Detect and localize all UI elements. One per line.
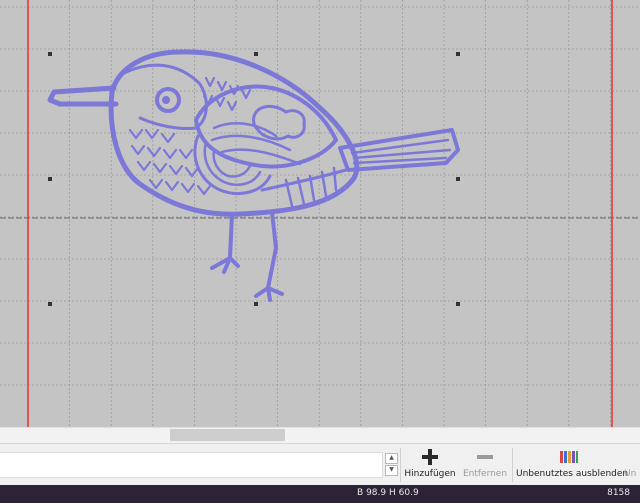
thread-spools-icon	[560, 451, 578, 463]
scroll-down-arrow-icon[interactable]: ▼	[385, 465, 398, 476]
width-label: B	[357, 488, 364, 498]
toolbar-divider	[400, 448, 401, 482]
hide-unused-button-label: Unbenutztes ausblenden	[516, 469, 629, 479]
plus-icon	[422, 449, 438, 465]
stitch-count: 8158	[607, 488, 630, 498]
width-value: 98.9	[366, 488, 387, 498]
selection-handle[interactable]	[456, 302, 460, 306]
toolbar-divider	[512, 448, 513, 482]
add-button[interactable]: Hinzufügen	[404, 446, 456, 484]
remove-button[interactable]: Entfernen	[460, 446, 510, 484]
canvas-grid	[0, 0, 640, 427]
add-button-label: Hinzufügen	[404, 469, 456, 479]
scroll-up-arrow-icon[interactable]: ▲	[385, 453, 398, 464]
thread-list-field[interactable]	[0, 452, 383, 478]
height-value: 60.9	[398, 488, 419, 498]
remove-button-label: Entfernen	[462, 469, 508, 479]
horizontal-scrollbar-thumb[interactable]	[170, 429, 285, 441]
design-canvas[interactable]	[0, 0, 640, 427]
selection-handle[interactable]	[254, 52, 258, 56]
selection-handle[interactable]	[456, 52, 460, 56]
design-canvas-svg[interactable]	[0, 0, 640, 427]
next-toolbar-button-label: Un	[624, 469, 637, 479]
next-toolbar-button-partial[interactable]: Un	[624, 446, 640, 484]
selection-handle[interactable]	[48, 177, 52, 181]
selection-handle[interactable]	[254, 302, 258, 306]
horizontal-scrollbar[interactable]	[0, 427, 640, 444]
selection-handle[interactable]	[48, 302, 52, 306]
selection-handle[interactable]	[456, 177, 460, 181]
minus-icon	[477, 455, 493, 459]
status-bar: B 98.9 H 60.9 8158	[0, 485, 640, 503]
bottom-toolbar: ▲ ▼ Hinzufügen Entfernen Unbenutztes aus…	[0, 443, 640, 486]
selection-handle[interactable]	[48, 52, 52, 56]
hide-unused-button[interactable]: Unbenutztes ausblenden	[516, 446, 629, 484]
design-size-readout: B 98.9 H 60.9	[357, 488, 419, 498]
bird-embroidery-design[interactable]	[47, 49, 460, 302]
height-label: H	[388, 488, 396, 498]
